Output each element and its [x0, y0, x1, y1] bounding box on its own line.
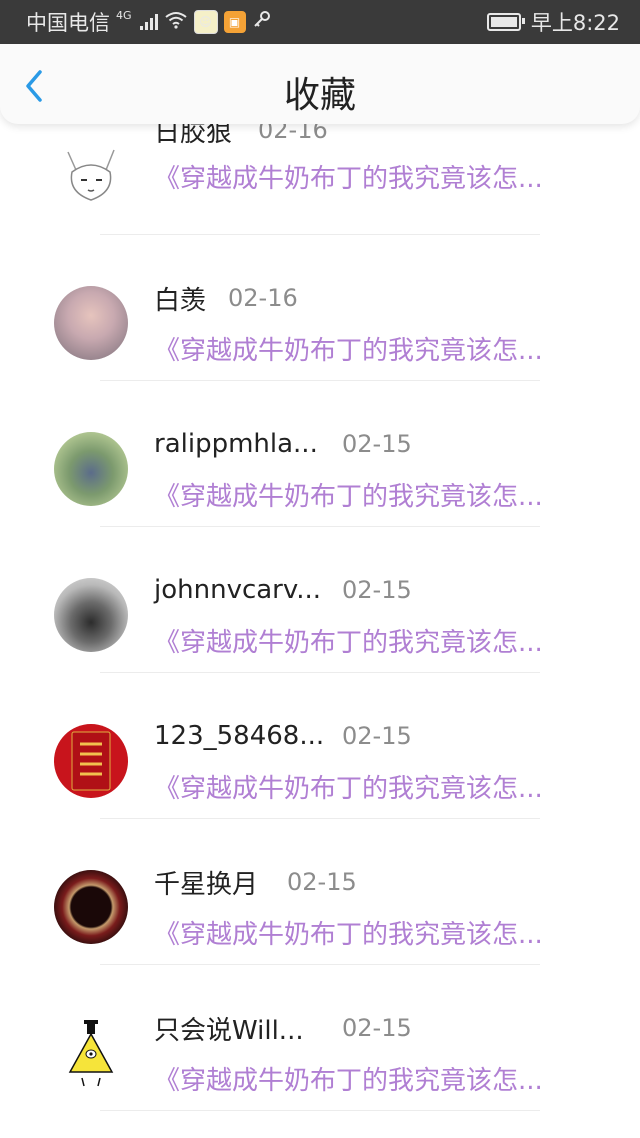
book-title-link[interactable]: 《穿越成牛奶布丁的我究竟该怎...	[154, 622, 543, 659]
user-name: johnnvcarv...	[154, 575, 322, 605]
list-item[interactable]: 日胶狠 02-16 《穿越成牛奶布丁的我究竟该怎...	[0, 124, 640, 256]
book-title-link[interactable]: 《穿越成牛奶布丁的我究竟该怎...	[154, 914, 543, 951]
page-title: 收藏	[283, 75, 356, 116]
list-item[interactable]: ralippmhla... 02-15 《穿越成牛奶布丁的我究竟该怎...	[0, 402, 640, 548]
favorites-list: 日胶狠 02-16 《穿越成牛奶布丁的我究竟该怎... 白羡 02-16 《穿越…	[0, 124, 640, 1138]
user-name: ralippmhla...	[154, 429, 318, 459]
avatar	[54, 578, 128, 652]
divider	[100, 964, 540, 965]
clock: 早上8:22	[530, 11, 620, 35]
post-date: 02-15	[342, 1014, 412, 1042]
post-date: 02-15	[342, 430, 412, 458]
battery-icon	[486, 13, 525, 31]
app-notification-icon-2: ▣	[223, 11, 246, 33]
divider	[100, 672, 540, 673]
divider	[100, 818, 540, 819]
post-date: 02-15	[342, 576, 412, 604]
user-name: 只会说Will...	[154, 1015, 304, 1046]
network-type: 4G	[116, 8, 132, 22]
post-date: 02-15	[287, 868, 357, 896]
user-name: 日胶狠	[154, 124, 233, 148]
book-title-link[interactable]: 《穿越成牛奶布丁的我究竟该怎...	[154, 768, 543, 805]
post-date: 02-15	[342, 722, 412, 750]
list-item[interactable]: 123_58468... 02-15 《穿越成牛奶布丁的我究竟该怎...	[0, 694, 640, 840]
avatar	[54, 724, 128, 798]
nav-bar: 收藏	[0, 44, 640, 124]
divider	[100, 1110, 540, 1111]
list-item[interactable]: johnnvcarv... 02-15 《穿越成牛奶布丁的我究竟该怎...	[0, 548, 640, 694]
avatar	[54, 286, 128, 360]
list-item[interactable]: 千星换月 02-15 《穿越成牛奶布丁的我究竟该怎...	[0, 840, 640, 986]
book-title-link[interactable]: 《穿越成牛奶布丁的我究竟该怎...	[154, 158, 543, 195]
avatar	[54, 1016, 128, 1090]
book-title-link[interactable]: 《穿越成牛奶布丁的我究竟该怎...	[154, 476, 543, 513]
divider	[100, 526, 540, 527]
book-title-link[interactable]: 《穿越成牛奶布丁的我究竟该怎...	[154, 1060, 543, 1097]
wifi-icon	[164, 10, 188, 34]
app-notification-icon: ☺	[193, 10, 218, 34]
book-title-link[interactable]: 《穿越成牛奶布丁的我究竟该怎...	[154, 330, 543, 367]
avatar	[54, 136, 128, 210]
divider	[100, 234, 540, 235]
divider	[100, 380, 540, 381]
user-name: 千星换月	[154, 869, 259, 900]
list-item[interactable]: 白羡 02-16 《穿越成牛奶布丁的我究竟该怎...	[0, 256, 640, 402]
post-date: 02-16	[258, 124, 328, 144]
list-item[interactable]: 只会说Will... 02-15 《穿越成牛奶布丁的我究竟该怎...	[0, 986, 640, 1132]
status-bar: 中国电信 4G ☺ ▣ 早上8:22	[0, 0, 640, 44]
signal-icon	[139, 14, 158, 30]
post-date: 02-16	[228, 284, 298, 312]
user-name: 白羡	[154, 285, 207, 316]
avatar	[54, 432, 128, 506]
carrier-label: 中国电信	[26, 11, 110, 35]
key-icon	[252, 10, 272, 35]
avatar	[54, 870, 128, 944]
user-name: 123_58468...	[154, 721, 325, 751]
